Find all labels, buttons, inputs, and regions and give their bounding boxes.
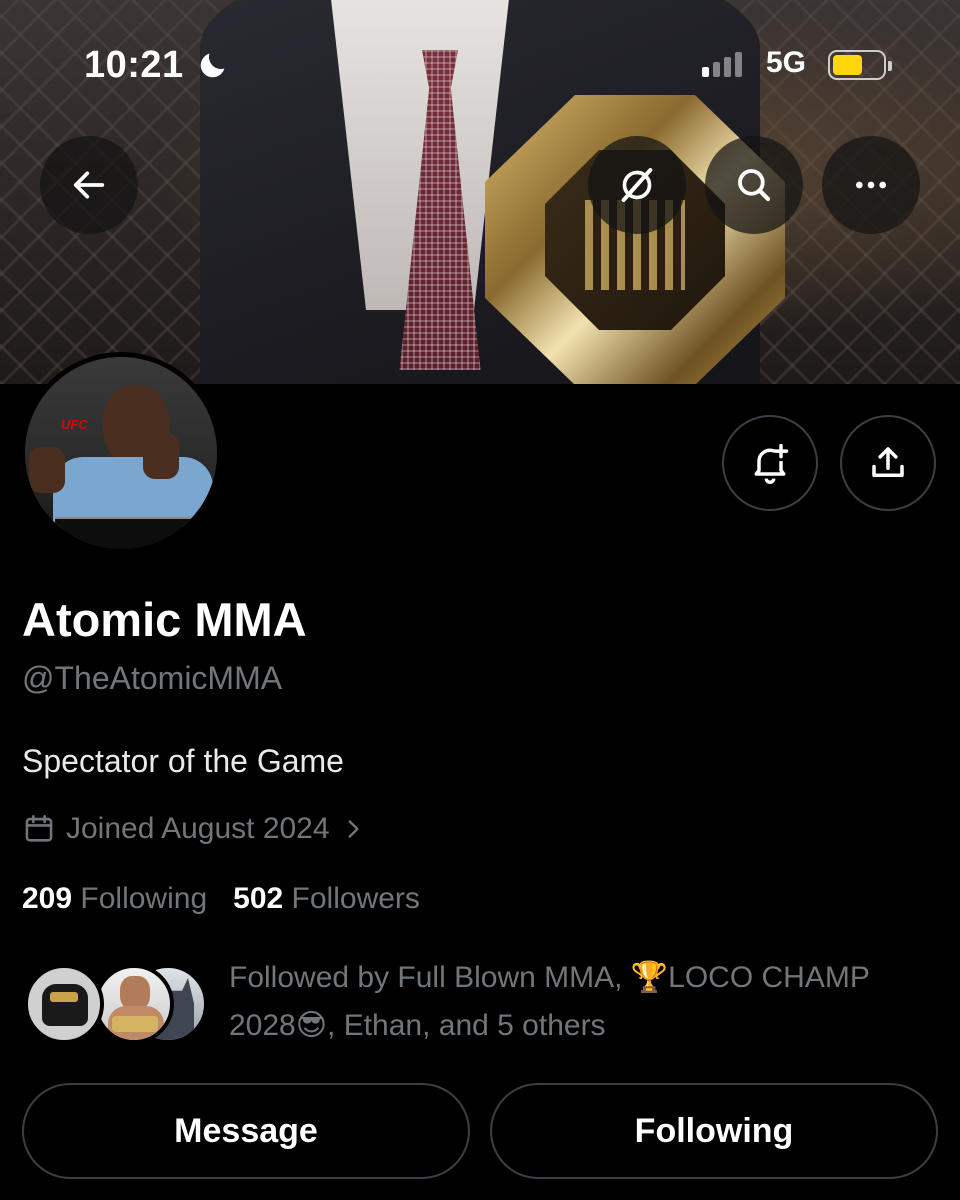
joined-date-row[interactable]: Joined August 2024: [22, 812, 366, 846]
share-icon: [872, 447, 904, 477]
follow-stats: 209 Following 502 Followers: [22, 882, 420, 916]
back-button[interactable]: [40, 136, 138, 234]
followed-by-prefix: Followed by Full Blown MMA,: [229, 961, 631, 994]
grok-button[interactable]: [588, 136, 686, 234]
message-button[interactable]: Message: [22, 1083, 470, 1179]
username-handle: @TheAtomicMMA: [22, 660, 283, 696]
network-type: 5G: [766, 46, 807, 79]
search-button[interactable]: [705, 136, 803, 234]
status-time: 10:21: [84, 44, 184, 86]
more-button[interactable]: [822, 136, 920, 234]
following-button[interactable]: Following: [490, 1083, 938, 1179]
follower-avatar-2: [94, 964, 174, 1044]
search-icon: [738, 169, 771, 202]
arrow-left-icon: [73, 171, 105, 199]
moon-icon: [200, 53, 225, 78]
followed-by-suffix: , Ethan, and 5 others: [327, 1009, 606, 1042]
chevron-right-icon: [348, 820, 359, 838]
following-count: 209: [22, 882, 73, 915]
joined-date: Joined August 2024: [66, 812, 330, 845]
following-label: Following: [80, 882, 208, 915]
more-icon: [856, 181, 886, 189]
following-stat[interactable]: 209 Following: [22, 882, 207, 916]
battery-icon: [828, 50, 892, 80]
share-button[interactable]: [840, 415, 936, 511]
grok-icon: [621, 168, 653, 202]
bell-plus-icon: [754, 443, 789, 484]
message-button-label: Message: [174, 1111, 318, 1150]
follower-avatar-1: [24, 964, 104, 1044]
avatar[interactable]: UFC: [20, 352, 222, 554]
calendar-icon: [25, 814, 53, 842]
followers-stat[interactable]: 502 Followers: [233, 882, 420, 916]
avatar-ufc-logo: UFC: [61, 417, 88, 432]
profile-bio: Spectator of the Game: [22, 743, 344, 779]
followers-label: Followers: [291, 882, 420, 915]
followers-count: 502: [233, 882, 284, 915]
followed-by-text[interactable]: Followed by Full Blown MMA, 🏆LOCO CHAMP …: [229, 954, 939, 1050]
display-name: Atomic MMA: [22, 593, 307, 646]
avatar-nameplate: [55, 517, 205, 549]
sunglasses-emoji: 😎: [295, 1009, 328, 1042]
notifications-button[interactable]: [722, 415, 818, 511]
following-button-label: Following: [634, 1111, 794, 1150]
signal-strength-icon: [702, 52, 742, 77]
trophy-emoji: 🏆: [630, 961, 669, 994]
